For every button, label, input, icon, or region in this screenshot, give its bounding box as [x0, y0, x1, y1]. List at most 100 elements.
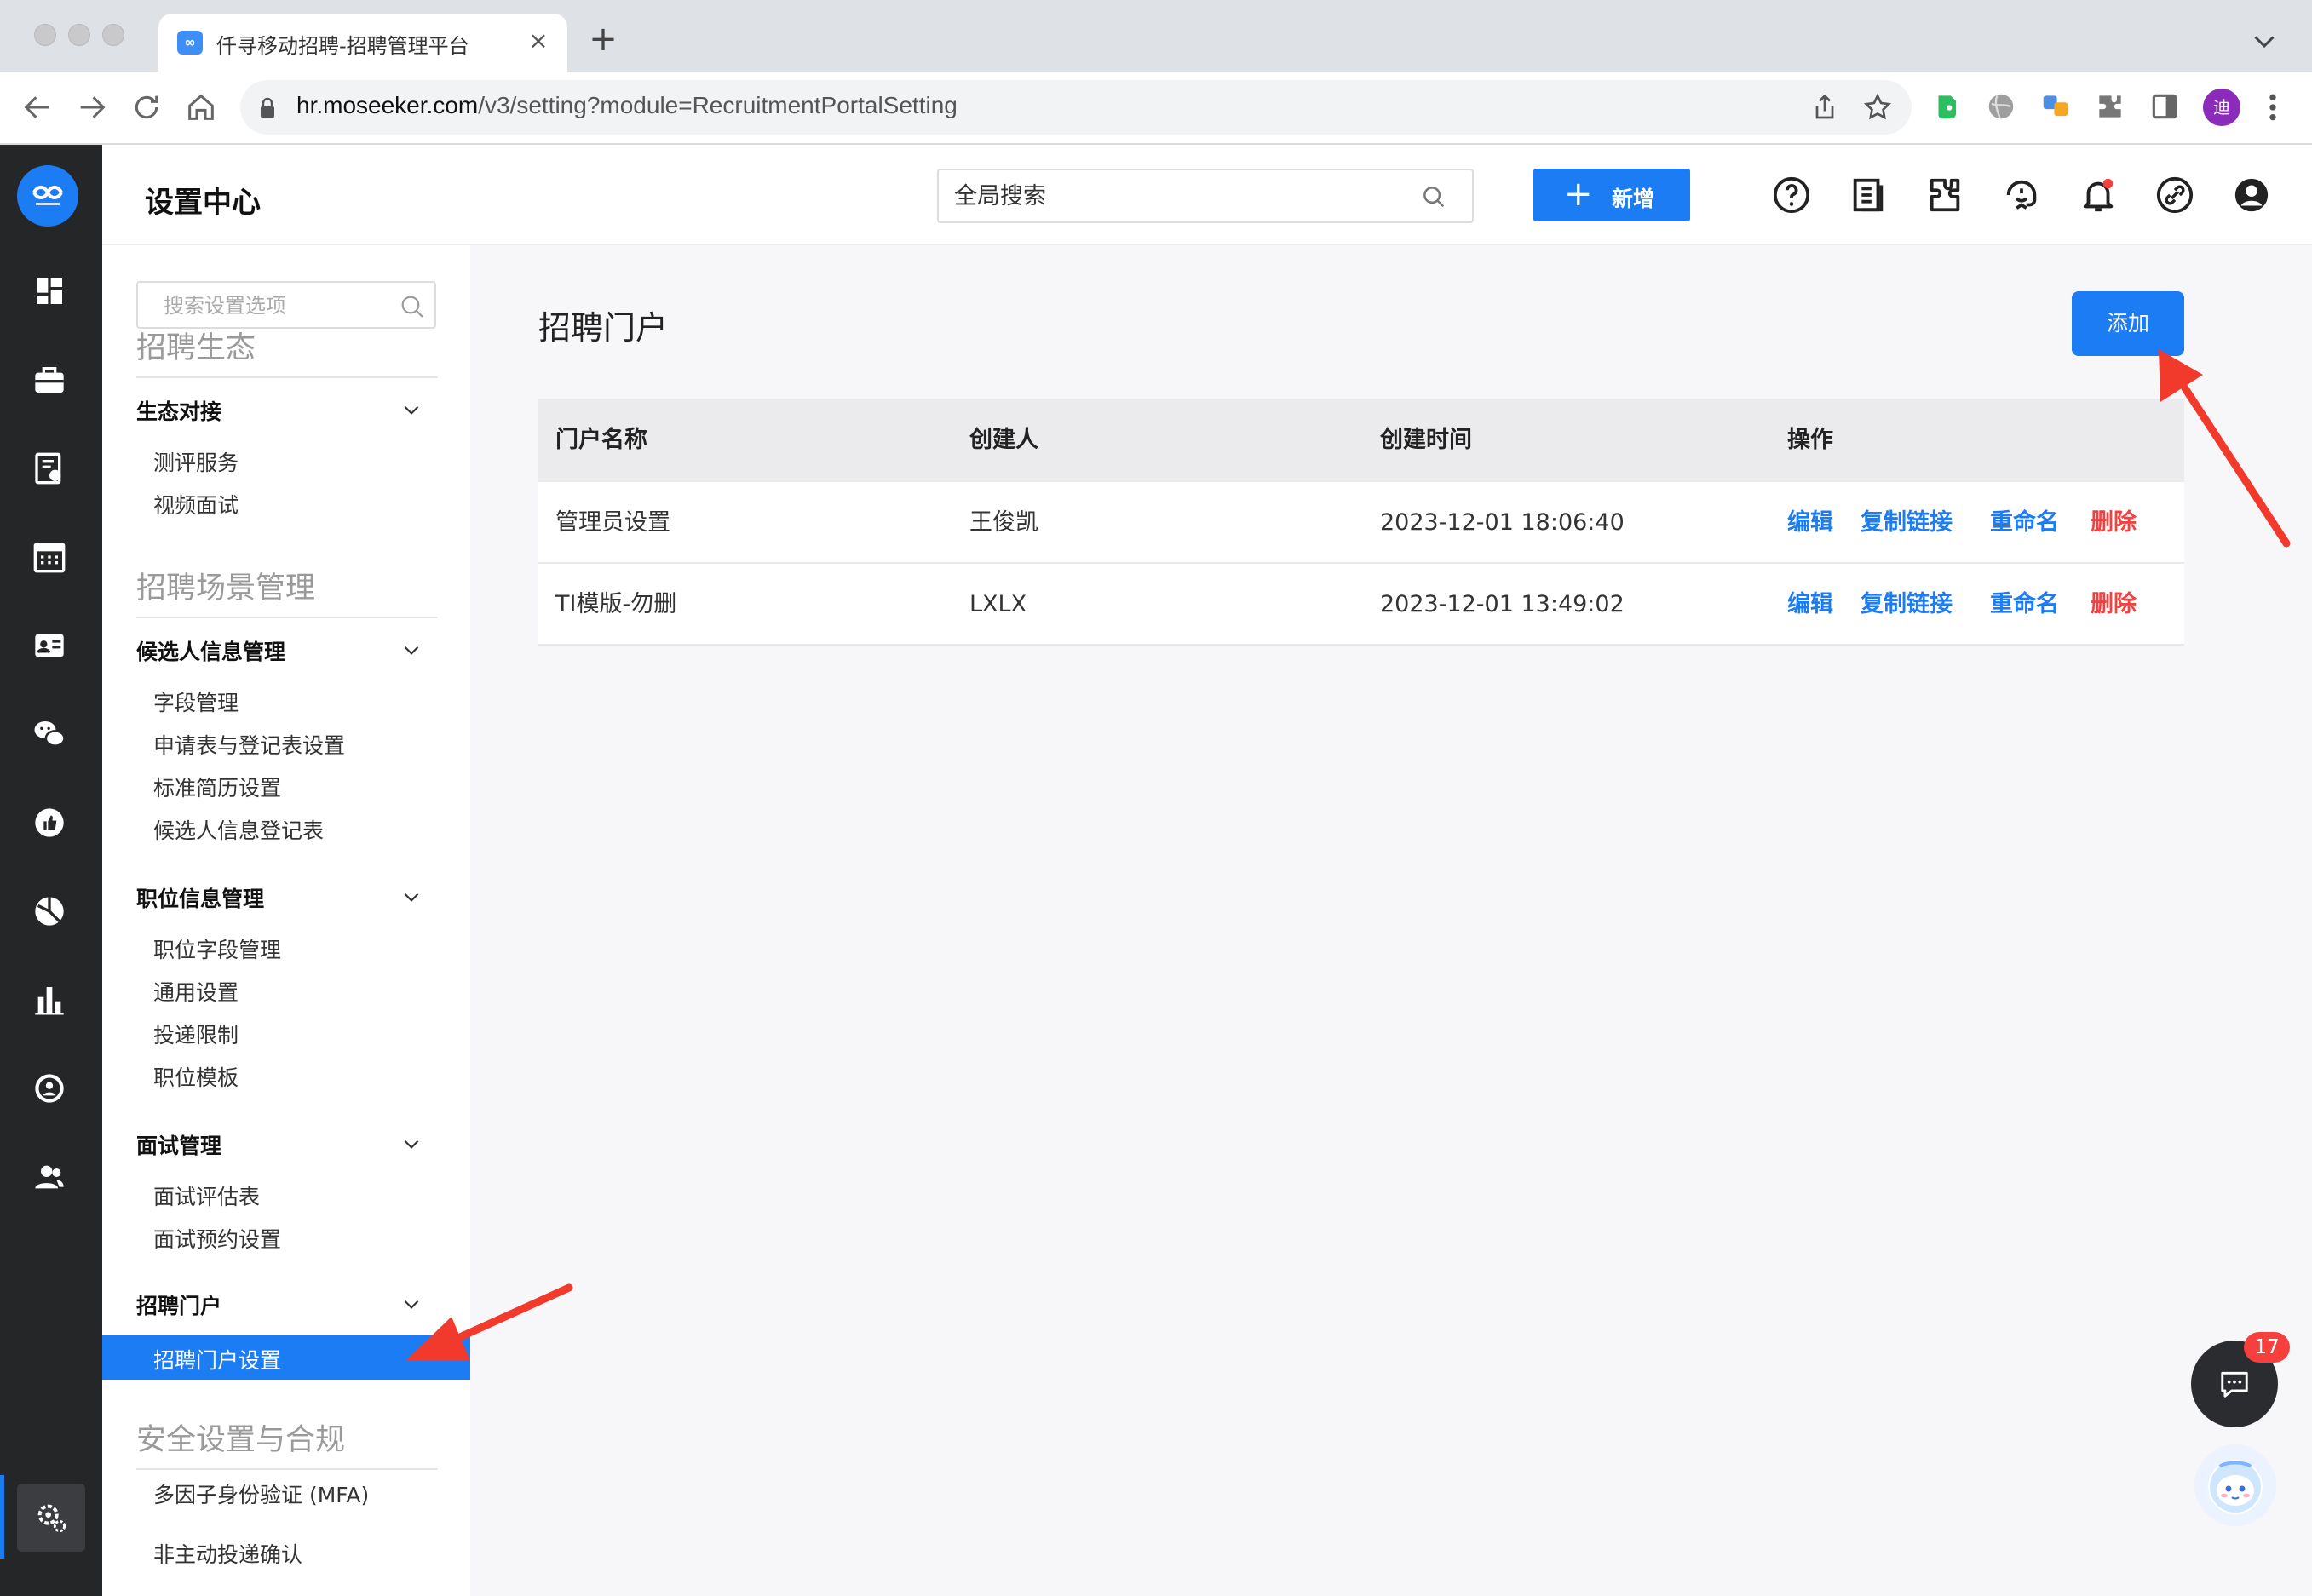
- reload-icon[interactable]: [129, 90, 164, 124]
- column-header: 门户名称: [555, 427, 647, 453]
- document-icon[interactable]: [1849, 175, 1888, 215]
- dashboard-icon[interactable]: [32, 274, 66, 308]
- group-title-candidate-info[interactable]: 候选人信息管理: [136, 635, 285, 666]
- sidebar-item-candidate-registration[interactable]: 候选人信息登记表: [153, 814, 324, 845]
- delete-link[interactable]: 删除: [2091, 564, 2137, 646]
- chevron-down-icon[interactable]: [400, 639, 423, 661]
- puzzle-icon[interactable]: [1925, 175, 1964, 215]
- forward-arrow-icon[interactable]: [75, 90, 109, 124]
- sidebar-item-interview-booking[interactable]: 面试预约设置: [153, 1223, 281, 1254]
- share-icon[interactable]: [1809, 92, 1840, 123]
- group-title-ecosystem-integration[interactable]: 生态对接: [136, 395, 221, 426]
- settings-search-input[interactable]: [164, 291, 385, 320]
- sidebar-item-passive-delivery-confirm[interactable]: 非主动投递确认: [153, 1538, 302, 1569]
- support-icon[interactable]: [2002, 175, 2041, 215]
- translate-extension-icon[interactable]: [2039, 90, 2072, 123]
- side-panel-icon[interactable]: [2148, 90, 2181, 123]
- rename-link[interactable]: 重命名: [1990, 482, 2059, 564]
- sidebar-item-position-templates[interactable]: 职位模板: [153, 1061, 239, 1092]
- portal-table: 门户名称 创建人 创建时间 操作 管理员设置 王俊凯 2023-12-01 18…: [538, 399, 2184, 646]
- resume-icon[interactable]: [32, 451, 66, 485]
- team-icon[interactable]: [32, 1160, 66, 1194]
- assistant-bot-button[interactable]: [2194, 1444, 2276, 1526]
- tab-close-button[interactable]: ×: [523, 26, 554, 56]
- sidebar-item-standard-resume[interactable]: 标准简历设置: [153, 772, 281, 802]
- global-search-box[interactable]: [937, 169, 1474, 223]
- window-zoom-button[interactable]: [102, 24, 124, 46]
- moseeker-logo-icon: [32, 186, 63, 205]
- chevron-down-icon[interactable]: [400, 886, 423, 908]
- group-title-interview-management[interactable]: 面试管理: [136, 1129, 221, 1160]
- pie-chart-icon[interactable]: [32, 894, 66, 928]
- window-minimize-button[interactable]: [68, 24, 90, 46]
- user-icon[interactable]: [2232, 175, 2271, 215]
- sidebar-item-assessment[interactable]: 测评服务: [153, 446, 239, 477]
- address-bar[interactable]: hr.moseeker.com/v3/setting?module=Recrui…: [240, 80, 1912, 135]
- thumbs-up-icon[interactable]: [32, 806, 66, 840]
- profile-avatar[interactable]: 迪: [2203, 89, 2240, 126]
- sidebar-item-delivery-limits[interactable]: 投递限制: [153, 1019, 239, 1049]
- page-title: 设置中心: [145, 186, 261, 220]
- new-button[interactable]: + 新增: [1533, 169, 1690, 221]
- settings-search-box[interactable]: [136, 281, 436, 329]
- section-title-recruitment-ecosystem: 招聘生态: [136, 331, 256, 365]
- active-item-background: [17, 1484, 85, 1552]
- sidebar-item-field-management[interactable]: 字段管理: [153, 686, 239, 717]
- add-button[interactable]: 添加: [2072, 291, 2184, 356]
- new-tab-button[interactable]: +: [584, 20, 622, 58]
- bookmark-star-icon[interactable]: [1862, 92, 1893, 123]
- wechat-icon[interactable]: [32, 717, 66, 751]
- robot-assistant-icon: [2208, 1460, 2263, 1514]
- help-icon[interactable]: [1772, 175, 1811, 215]
- calendar-icon[interactable]: [32, 540, 66, 574]
- section-heading: 招聘门户: [538, 309, 669, 347]
- delete-link[interactable]: 删除: [2091, 482, 2137, 564]
- edit-link[interactable]: 编辑: [1787, 482, 1833, 564]
- evernote-extension-icon[interactable]: [1930, 90, 1963, 123]
- rename-link[interactable]: 重命名: [1990, 564, 2059, 646]
- globe-extension-icon[interactable]: [1985, 90, 2017, 123]
- sidebar-item-interview-evaluation[interactable]: 面试评估表: [153, 1180, 260, 1211]
- unread-count-badge: 17: [2244, 1332, 2290, 1363]
- tab-search-chevron-icon[interactable]: [2249, 26, 2280, 56]
- search-icon[interactable]: [1421, 184, 1446, 210]
- sidebar-item-general-settings[interactable]: 通用设置: [153, 976, 239, 1007]
- briefcase-icon[interactable]: [32, 363, 66, 397]
- copy-link-link[interactable]: 复制链接: [1861, 482, 1953, 564]
- home-icon[interactable]: [184, 90, 218, 124]
- sidebar-item-mfa[interactable]: 多因子身份验证 (MFA): [153, 1478, 369, 1509]
- edit-link[interactable]: 编辑: [1787, 564, 1833, 646]
- global-search-input[interactable]: [954, 179, 1397, 213]
- table-row: 管理员设置 王俊凯 2023-12-01 18:06:40 编辑 复制链接 重命…: [538, 482, 2184, 564]
- chevron-down-icon[interactable]: [400, 1293, 423, 1315]
- sidebar-item-video-interview[interactable]: 视频面试: [153, 489, 239, 520]
- bell-icon[interactable]: [2079, 175, 2118, 215]
- browser-menu-icon[interactable]: [2264, 90, 2281, 124]
- url-text: hr.moseeker.com/v3/setting?module=Recrui…: [296, 92, 958, 118]
- moseeker-logo[interactable]: [17, 165, 78, 227]
- moseeker-favicon-icon: ∞: [177, 31, 203, 55]
- chevron-down-icon[interactable]: [400, 399, 423, 421]
- person-circle-icon[interactable]: [32, 1071, 66, 1105]
- rail-item-settings[interactable]: [0, 1475, 102, 1559]
- section-divider: [136, 1468, 438, 1470]
- browser-tab[interactable]: ∞ 仟寻移动招聘-招聘管理平台 ×: [158, 14, 567, 72]
- section-title-scenario-management: 招聘场景管理: [136, 571, 316, 606]
- sidebar-item-position-fields[interactable]: 职位字段管理: [153, 933, 281, 964]
- group-title-recruitment-portal[interactable]: 招聘门户: [136, 1289, 221, 1320]
- copy-link-link[interactable]: 复制链接: [1861, 564, 1953, 646]
- bar-chart-icon[interactable]: [32, 983, 66, 1017]
- chevron-down-icon[interactable]: [400, 1133, 423, 1155]
- window-close-button[interactable]: [34, 24, 56, 46]
- extensions-puzzle-icon[interactable]: [2094, 90, 2126, 123]
- back-arrow-icon[interactable]: [20, 90, 55, 124]
- group-title-position-info[interactable]: 职位信息管理: [136, 882, 264, 913]
- id-card-icon[interactable]: [32, 629, 66, 663]
- app-navigation-rail: [0, 145, 102, 1596]
- section-title-security-compliance: 安全设置与合规: [136, 1423, 346, 1457]
- search-icon[interactable]: [399, 293, 426, 320]
- sidebar-item-application-forms[interactable]: 申请表与登记表设置: [153, 729, 345, 760]
- sidebar-item-portal-settings[interactable]: 招聘门户设置: [102, 1335, 470, 1380]
- section-divider: [136, 376, 438, 378]
- link-icon[interactable]: [2155, 175, 2194, 215]
